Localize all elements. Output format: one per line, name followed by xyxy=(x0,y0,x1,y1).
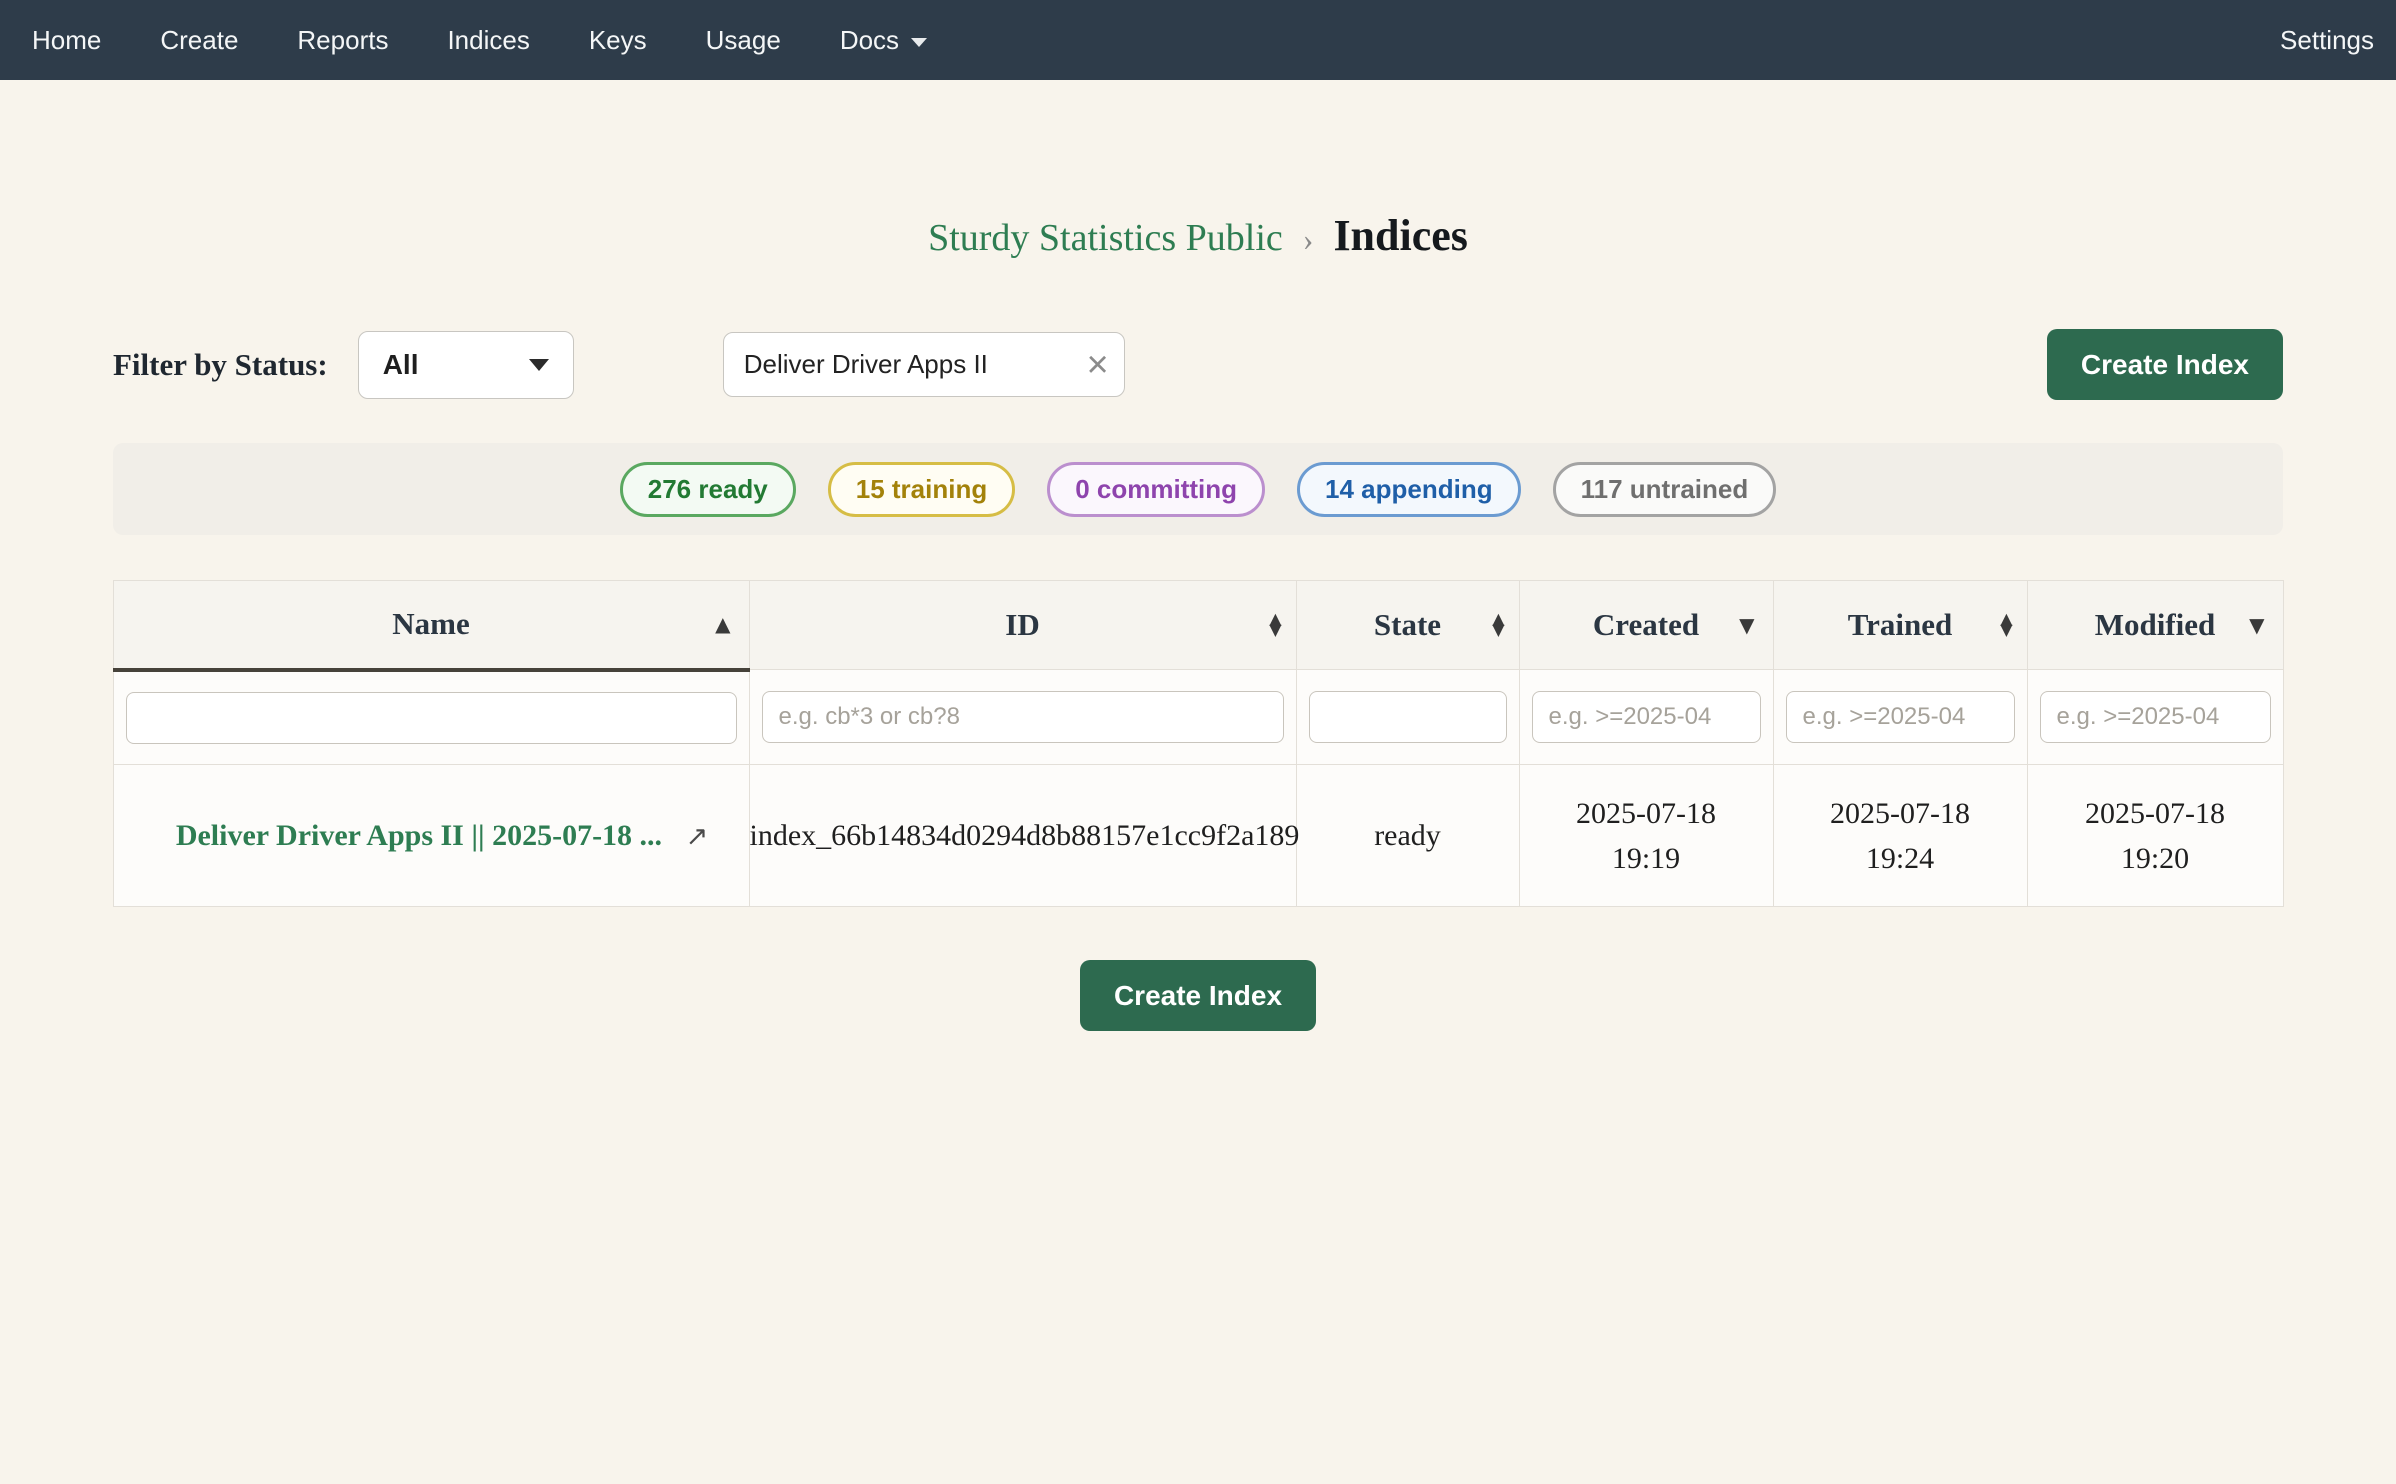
breadcrumb: Sturdy Statistics Public › Indices xyxy=(0,210,2396,261)
filter-input-created[interactable] xyxy=(1532,691,1761,743)
sort-both-icon: ▲▼ xyxy=(1492,614,1504,636)
status-badge-ready[interactable]: 276 ready xyxy=(620,462,796,517)
nav-item-usage[interactable]: Usage xyxy=(706,25,781,56)
column-header-created[interactable]: Created ▼ xyxy=(1519,581,1773,670)
index-modified-cell: 2025-07-18 19:20 xyxy=(2027,765,2283,907)
created-time: 19:19 xyxy=(1520,836,1773,881)
column-header-modified[interactable]: Modified ▼ xyxy=(2027,581,2283,670)
clear-search-icon[interactable]: × xyxy=(1087,346,1109,384)
status-filter-value: All xyxy=(383,349,419,381)
index-state-cell: ready xyxy=(1296,765,1519,907)
indices-table: Name ▲ ID ▲▼ State ▲▼ Created ▼ Trained xyxy=(113,580,2284,907)
table-row: Deliver Driver Apps II || 2025-07-18 ...… xyxy=(113,765,2283,907)
external-link-icon[interactable]: ↗ xyxy=(686,821,709,852)
sort-both-icon: ▲▼ xyxy=(1269,614,1281,636)
status-badge-untrained[interactable]: 117 untrained xyxy=(1553,462,1777,517)
nav-item-home[interactable]: Home xyxy=(32,25,101,56)
index-trained-cell: 2025-07-18 19:24 xyxy=(1773,765,2027,907)
search-input[interactable] xyxy=(723,332,1125,397)
column-label: Modified xyxy=(2095,607,2216,642)
index-name-link[interactable]: Deliver Driver Apps II || 2025-07-18 ... xyxy=(176,819,662,852)
status-badge-appending[interactable]: 14 appending xyxy=(1297,462,1521,517)
table-header-row: Name ▲ ID ▲▼ State ▲▼ Created ▼ Trained xyxy=(113,581,2283,670)
breadcrumb-separator-icon: › xyxy=(1303,221,1314,258)
chevron-down-icon xyxy=(911,38,927,47)
status-badge-committing[interactable]: 0 committing xyxy=(1047,462,1265,517)
column-label: State xyxy=(1374,607,1441,642)
sort-asc-icon: ▲ xyxy=(715,612,730,636)
status-filter-label: Filter by Status: xyxy=(113,347,328,383)
select-caret-icon xyxy=(529,359,549,371)
filter-bar: Filter by Status: All × Create Index xyxy=(113,329,2283,400)
sort-desc-icon: ▼ xyxy=(1739,613,1754,637)
nav-item-settings[interactable]: Settings xyxy=(2280,25,2374,56)
breadcrumb-parent-link[interactable]: Sturdy Statistics Public xyxy=(928,216,1283,260)
search-box: × xyxy=(723,332,1125,397)
column-header-id[interactable]: ID ▲▼ xyxy=(749,581,1296,670)
column-label: Name xyxy=(392,606,469,641)
status-badges-bar: 276 ready 15 training 0 committing 14 ap… xyxy=(113,443,2283,535)
trained-time: 19:24 xyxy=(1774,836,2027,881)
column-label: Created xyxy=(1593,607,1699,642)
nav-item-create[interactable]: Create xyxy=(160,25,238,56)
top-nav-bar: Home Create Reports Indices Keys Usage D… xyxy=(0,0,2396,80)
create-index-button-top[interactable]: Create Index xyxy=(2047,329,2283,400)
column-header-trained[interactable]: Trained ▲▼ xyxy=(1773,581,2027,670)
filter-input-state[interactable] xyxy=(1309,691,1507,743)
modified-date: 2025-07-18 xyxy=(2028,791,2283,836)
filter-input-modified[interactable] xyxy=(2040,691,2271,743)
nav-item-reports[interactable]: Reports xyxy=(297,25,388,56)
column-header-name[interactable]: Name ▲ xyxy=(113,581,749,670)
modified-time: 19:20 xyxy=(2028,836,2283,881)
filter-input-trained[interactable] xyxy=(1786,691,2015,743)
footer-button-area: Create Index xyxy=(0,960,2396,1031)
created-date: 2025-07-18 xyxy=(1520,791,1773,836)
index-name-cell: Deliver Driver Apps II || 2025-07-18 ...… xyxy=(113,765,749,907)
index-id-cell: index_66b14834d0294d8b88157e1cc9f2a189 xyxy=(749,765,1296,907)
column-header-state[interactable]: State ▲▼ xyxy=(1296,581,1519,670)
column-label: ID xyxy=(1005,607,1039,642)
create-index-button-bottom[interactable]: Create Index xyxy=(1080,960,1316,1031)
trained-date: 2025-07-18 xyxy=(1774,791,2027,836)
filter-input-id[interactable] xyxy=(762,691,1284,743)
status-filter-select[interactable]: All xyxy=(358,331,574,399)
column-label: Trained xyxy=(1848,607,1953,642)
nav-item-keys[interactable]: Keys xyxy=(589,25,647,56)
index-created-cell: 2025-07-18 19:19 xyxy=(1519,765,1773,907)
nav-item-indices[interactable]: Indices xyxy=(447,25,529,56)
status-badge-training[interactable]: 15 training xyxy=(828,462,1015,517)
page-title: Indices xyxy=(1333,210,1467,261)
sort-desc-icon: ▼ xyxy=(2249,613,2264,637)
filter-input-name[interactable] xyxy=(126,692,737,744)
docs-label: Docs xyxy=(840,25,899,56)
table-filter-row xyxy=(113,670,2283,765)
sort-both-icon: ▲▼ xyxy=(2000,614,2012,636)
nav-item-docs[interactable]: Docs xyxy=(840,25,927,56)
